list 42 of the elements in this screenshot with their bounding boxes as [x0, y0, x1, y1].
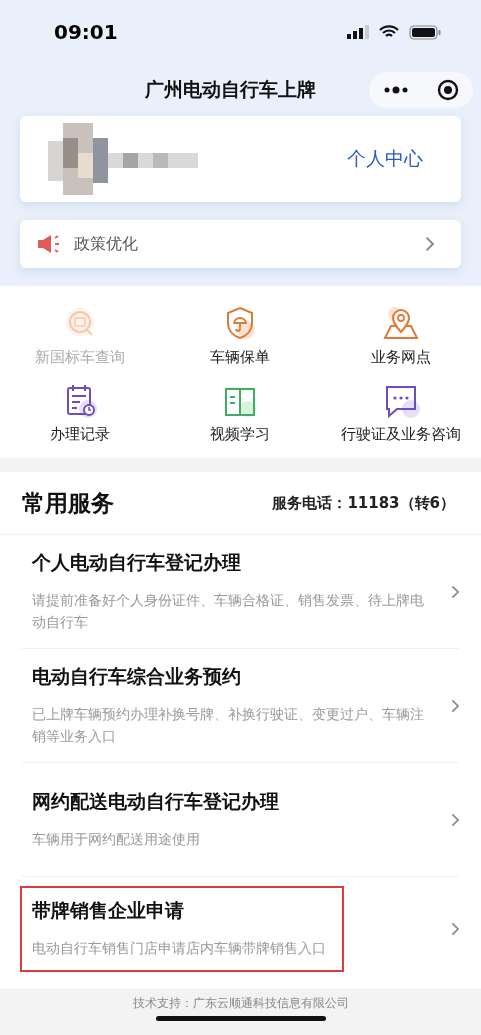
service-item[interactable]: 网约配送电动自行车登记办理 车辆用于网约配送用途使用	[22, 763, 459, 877]
notice-text: 政策优化	[74, 233, 139, 255]
battery-icon	[409, 24, 441, 40]
chevron-right-icon	[450, 812, 459, 827]
service-description: 请提前准备好个人身份证件、车辆合格证、销售发票、待上牌电动自行车	[32, 590, 425, 632]
service-description: 车辆用于网约配送用途使用	[32, 829, 201, 849]
chevron-right-icon	[450, 922, 459, 936]
personal-center-link[interactable]: 个人中心	[347, 146, 423, 172]
service-title: 电动自行车综合业务预约	[32, 663, 242, 689]
hotline-text: 服务电话：11183（转6）	[272, 493, 455, 513]
shortcut-label: 新国标车查询	[35, 348, 126, 367]
service-title: 个人电动自行车登记办理	[32, 549, 242, 575]
chevron-right-icon	[425, 236, 435, 252]
service-title: 网约配送电动自行车登记办理	[32, 788, 279, 814]
megaphone-icon	[36, 234, 62, 254]
shortcut-label: 视频学习	[210, 425, 271, 444]
shortcut-tile[interactable]: 车辆保单	[160, 304, 321, 367]
shortcut-tile[interactable]: 行驶证及业务咨询	[320, 381, 481, 444]
wifi-icon	[379, 25, 399, 39]
service-item[interactable]: 带牌销售企业申请 电动自行车销售门店申请店内车辆带牌销售入口	[22, 877, 459, 981]
service-item[interactable]: 电动自行车综合业务预约 已上牌车辆预约办理补换号牌、补换行驶证、变更过户、车辆注销等业务入口	[22, 649, 459, 763]
shortcut-tile[interactable]: 办理记录	[0, 381, 161, 444]
service-description: 电动自行车销售门店申请店内车辆带牌销售入口	[32, 939, 326, 959]
more-icon[interactable]	[383, 86, 408, 94]
section-title: 常用服务	[22, 488, 114, 518]
shortcut-label: 行驶证及业务咨询	[340, 425, 461, 444]
close-target-icon[interactable]	[436, 79, 459, 101]
signal-icon	[347, 25, 369, 39]
page-title: 广州电动自行车上牌	[145, 77, 316, 102]
service-description: 已上牌车辆预约办理补换号牌、补换行驶证、变更过户、车辆注销等业务入口	[32, 704, 425, 746]
shortcut-label: 业务网点	[370, 348, 431, 367]
chevron-right-icon	[450, 584, 459, 599]
clock-time: 09:01	[54, 20, 118, 44]
notice-bar[interactable]: 政策优化	[20, 220, 461, 268]
shortcut-tile[interactable]: 业务网点	[320, 304, 481, 367]
service-item[interactable]: 个人电动自行车登记办理 请提前准备好个人身份证件、车辆合格证、销售发票、待上牌电动自行车	[22, 535, 459, 649]
footer-text: 技术支持：广东云顺通科技信息有限公司	[132, 995, 349, 1012]
shortcut-label: 办理记录	[50, 425, 111, 444]
chevron-right-icon	[450, 698, 459, 713]
shortcut-tile[interactable]: 视频学习	[160, 381, 321, 444]
service-title: 带牌销售企业申请	[32, 898, 185, 924]
shortcut-label: 车辆保单	[210, 348, 271, 367]
